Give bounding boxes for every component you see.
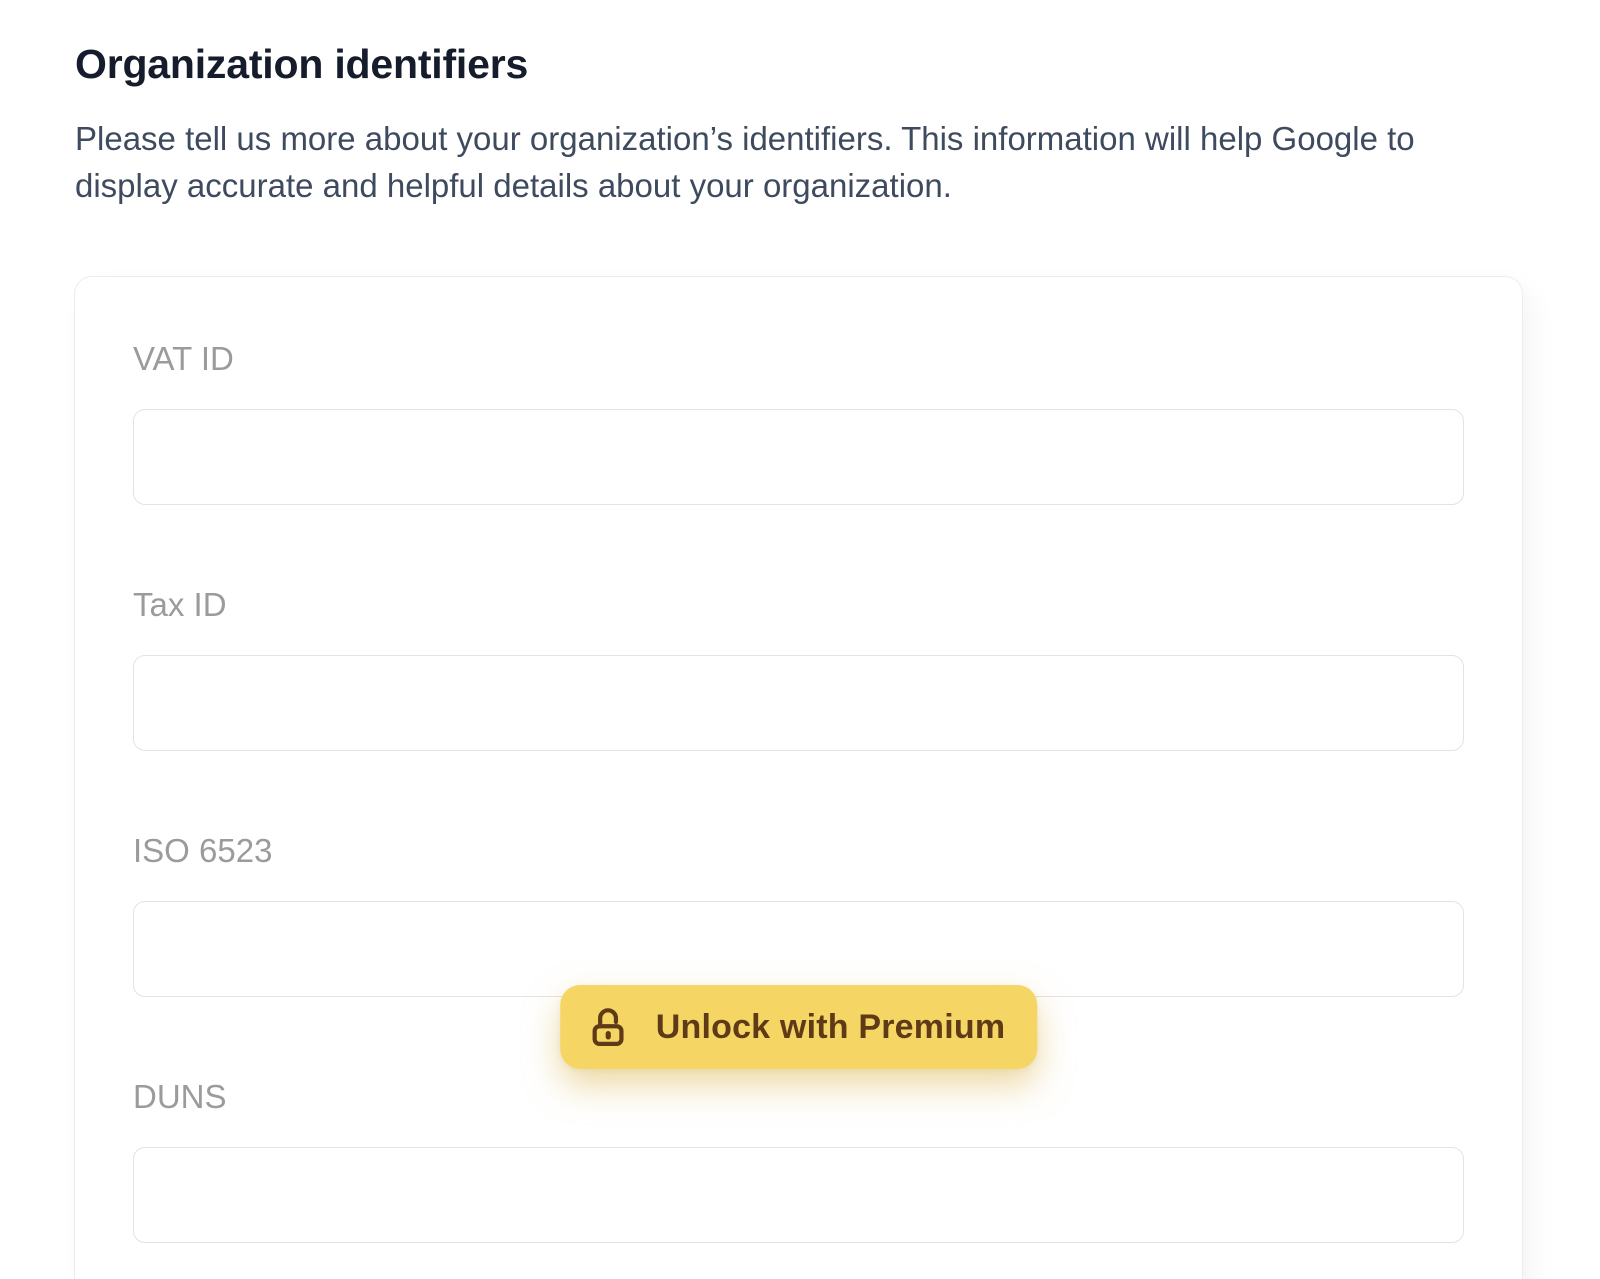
field-tax-id: Tax ID (133, 585, 1464, 751)
organization-identifiers-page: Organization identifiers Please tell us … (0, 0, 1600, 1279)
duns-label: DUNS (133, 1077, 1464, 1117)
vat-id-input[interactable] (133, 409, 1464, 505)
page-title: Organization identifiers (75, 42, 1600, 86)
page-description-line-2: display accurate and helpful details abo… (75, 167, 952, 204)
iso-6523-label: ISO 6523 (133, 831, 1464, 871)
unlock-with-premium-label: Unlock with Premium (656, 1008, 1006, 1047)
vat-id-label: VAT ID (133, 339, 1464, 379)
field-duns: DUNS (133, 1077, 1464, 1243)
page-description-line-1: Please tell us more about your organizat… (75, 120, 1415, 157)
lock-open-icon (586, 1005, 630, 1049)
field-vat-id: VAT ID (133, 339, 1464, 505)
field-iso-6523: ISO 6523 (133, 831, 1464, 997)
duns-input[interactable] (133, 1147, 1464, 1243)
tax-id-label: Tax ID (133, 585, 1464, 625)
unlock-with-premium-button[interactable]: Unlock with Premium (560, 985, 1038, 1069)
identifiers-card: VAT ID Tax ID ISO 6523 DUNS Unlock with … (74, 276, 1523, 1279)
page-description: Please tell us more about your organizat… (75, 115, 1600, 209)
tax-id-input[interactable] (133, 655, 1464, 751)
iso-6523-input[interactable] (133, 901, 1464, 997)
